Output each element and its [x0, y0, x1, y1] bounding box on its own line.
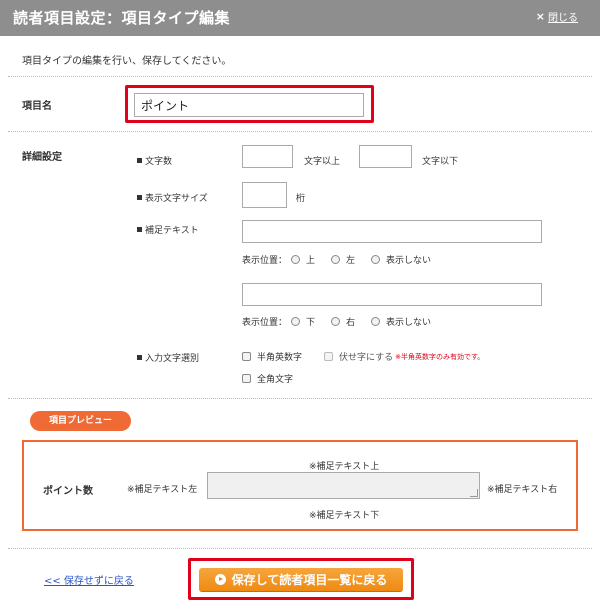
char-count-label-text: 文字数	[145, 157, 173, 167]
bullet-icon	[137, 195, 142, 200]
display-size-label: 表示文字サイズ	[137, 191, 208, 204]
char-max-suffix: 文字以下	[422, 157, 459, 167]
close-label[interactable]: 閉じる	[548, 9, 578, 24]
char-min-suffix: 文字以上	[304, 157, 341, 167]
close-button[interactable]: × 閉じる	[536, 9, 578, 24]
preview-note-top: ※補足テキスト上	[309, 462, 380, 472]
item-name-input[interactable]: ポイント	[134, 93, 364, 117]
radio-left-label: 左	[346, 256, 356, 266]
radio-right-label: 右	[346, 318, 356, 328]
mask-checkbox[interactable]: 伏せ字にする	[324, 350, 393, 363]
preview-note-bottom: ※補足テキスト下	[309, 511, 380, 521]
display-size-suffix: 桁	[296, 194, 306, 204]
preview-textarea[interactable]	[207, 472, 480, 499]
radio-icon	[331, 317, 341, 326]
save-and-return-button[interactable]: 保存して読者項目一覧に戻る	[199, 568, 403, 591]
divider	[8, 398, 592, 399]
bullet-icon	[137, 227, 142, 232]
resize-grip-icon[interactable]	[470, 489, 478, 497]
radio-right[interactable]: 右	[331, 315, 355, 328]
position2-label: 表示位置：	[242, 318, 288, 328]
halfwidth-checkbox[interactable]: 半角英数字	[242, 350, 302, 363]
input-type-row1: 半角英数字 伏せ字にする ※半角英数字のみ有効です。	[242, 350, 484, 363]
play-icon	[214, 574, 226, 585]
char-min-input[interactable]	[242, 145, 293, 168]
supplement-label: 補足テキスト	[137, 223, 199, 236]
divider	[8, 131, 592, 132]
radio-top[interactable]: 上	[291, 253, 315, 266]
input-type-label: 入力文字選別	[137, 351, 199, 364]
radio-icon	[371, 255, 381, 264]
position1-row: 表示位置： 上 左 表示しない	[242, 253, 431, 266]
back-without-saving-link[interactable]: << 保存せずに戻る	[44, 572, 134, 587]
preview-note-right: ※補足テキスト右	[487, 485, 558, 495]
supplement-text1-input[interactable]	[242, 220, 542, 243]
divider	[8, 76, 592, 77]
input-type-label-text: 入力文字選別	[145, 354, 200, 364]
radio-bottom[interactable]: 下	[291, 315, 315, 328]
char-count-label: 文字数	[137, 154, 172, 167]
fullwidth-label: 全角文字	[257, 375, 294, 385]
char-max-input[interactable]	[359, 145, 412, 168]
mask-note: ※半角英数字のみ有効です。	[395, 352, 485, 361]
radio-icon	[371, 317, 381, 326]
checkbox-icon	[242, 352, 251, 361]
halfwidth-label: 半角英数字	[257, 353, 303, 363]
fullwidth-checkbox[interactable]: 全角文字	[242, 372, 293, 385]
radio-icon	[331, 255, 341, 264]
position1-label: 表示位置：	[242, 256, 288, 266]
checkbox-icon	[324, 352, 334, 361]
mask-label: 伏せ字にする	[339, 353, 394, 363]
radio-icon	[291, 255, 301, 264]
display-size-label-text: 表示文字サイズ	[145, 194, 208, 204]
dialog-title: 読者項目設定：項目タイプ編集	[13, 9, 231, 27]
radio-bottom-label: 下	[306, 318, 316, 328]
radio-left[interactable]: 左	[331, 253, 355, 266]
preview-tab: 項目プレビュー	[30, 411, 131, 431]
save-button-label: 保存して読者項目一覧に戻る	[231, 573, 388, 587]
display-size-input[interactable]	[242, 182, 287, 208]
bullet-icon	[137, 355, 142, 360]
checkbox-icon	[242, 374, 251, 383]
supplement-label-text: 補足テキスト	[145, 226, 199, 236]
details-label: 詳細設定	[22, 152, 62, 163]
radio-hide1-label: 表示しない	[386, 256, 432, 266]
position2-row: 表示位置： 下 右 表示しない	[242, 315, 431, 328]
dialog-header: 読者項目設定：項目タイプ編集 × 閉じる	[0, 0, 600, 36]
item-name-label: 項目名	[22, 101, 52, 112]
radio-hide2[interactable]: 表示しない	[371, 315, 431, 328]
close-icon: ×	[535, 10, 545, 23]
divider	[8, 548, 592, 549]
radio-hide2-label: 表示しない	[386, 318, 432, 328]
radio-hide1[interactable]: 表示しない	[371, 253, 431, 266]
radio-icon	[291, 317, 301, 326]
intro-text: 項目タイプの編集を行い、保存してください。	[22, 56, 232, 67]
preview-note-left: ※補足テキスト左	[127, 485, 198, 495]
bullet-icon	[137, 158, 142, 163]
supplement-text2-input[interactable]	[242, 283, 542, 306]
preview-field-label: ポイント数	[43, 486, 93, 497]
radio-top-label: 上	[306, 256, 316, 266]
